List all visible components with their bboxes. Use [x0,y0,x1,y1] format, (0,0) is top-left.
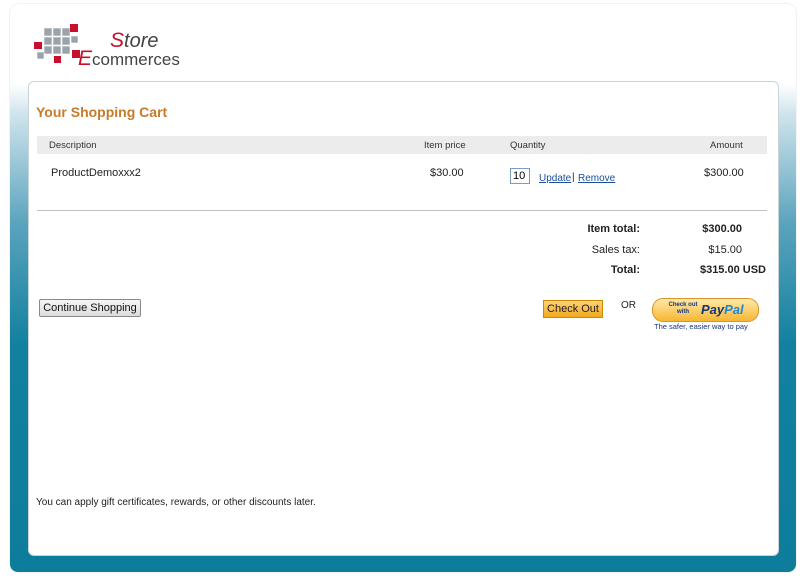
or-label: OR [621,300,636,311]
paypal-small-text: Check out with [668,302,698,315]
store-logo[interactable]: Store Ecommerces [34,20,204,70]
discount-note: You can apply gift certificates, rewards… [36,497,316,508]
paypal-tagline: The safer, easier way to pay [654,322,748,331]
cart-table-header: Description Item price Quantity Amount [37,136,767,154]
checkout-button[interactable]: Check Out [543,300,603,318]
column-header-amount: Amount [710,140,743,151]
table-row: ProductDemoxxx2 $30.00 Update | Remove $… [37,162,767,192]
item-description: ProductDemoxxx2 [51,167,141,179]
sales-tax-value: $15.00 [708,244,742,256]
total-label: Total: [610,264,640,276]
divider [37,210,767,211]
item-amount: $300.00 [704,167,744,179]
remove-link[interactable]: Remove [578,173,615,184]
paypal-checkout-button[interactable]: Check out with PayPal [652,298,759,322]
item-price: $30.00 [430,167,464,179]
cube-logo-icon [34,24,80,63]
continue-shopping-button[interactable]: Continue Shopping [39,299,141,317]
logo-word-ecommerces: Ecommerces [78,47,180,70]
paypal-logo-icon: PayPal [701,302,744,317]
page-title: Your Shopping Cart [36,104,168,120]
total-value: $315.00 USD [699,264,766,276]
quantity-input[interactable] [510,168,530,184]
item-total-value: $300.00 [702,223,742,235]
column-header-quantity: Quantity [510,140,546,151]
column-header-description: Description [49,140,97,151]
link-separator: | [572,172,575,183]
update-link[interactable]: Update [539,173,571,184]
column-header-item-price: Item price [424,140,466,151]
